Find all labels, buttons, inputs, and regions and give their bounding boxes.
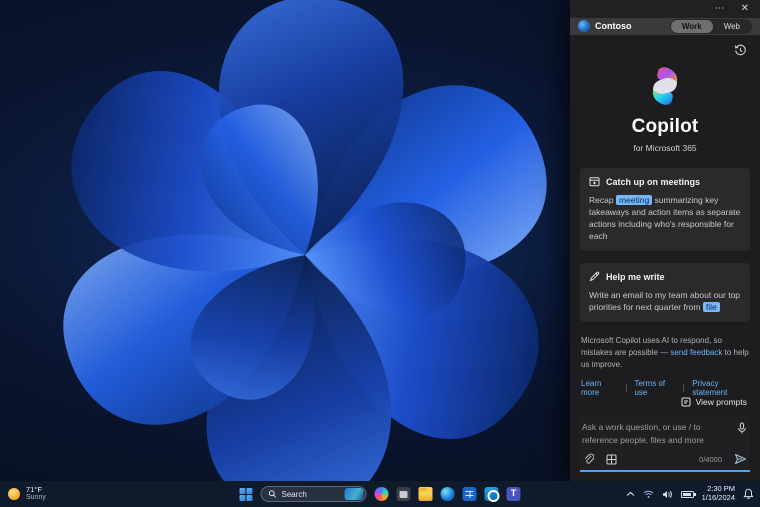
tray-chevron-up-icon[interactable] [626, 491, 635, 497]
card-body-text: Recap [589, 195, 616, 205]
hero: Copilot for Microsoft 365 [570, 66, 760, 153]
toggle-work[interactable]: Work [670, 19, 713, 33]
view-prompts-button[interactable]: View prompts [570, 397, 760, 407]
learn-more-link[interactable]: Learn more [581, 379, 618, 397]
brand: Contoso [578, 20, 632, 33]
wifi-icon[interactable] [643, 490, 654, 499]
calendar-icon [589, 177, 600, 187]
grid-table-icon[interactable] [606, 454, 617, 465]
copilot-title: Copilot [631, 116, 699, 137]
edge-icon[interactable] [440, 487, 455, 501]
teams-icon[interactable] [506, 487, 521, 501]
footer-links: Learn more Terms of use Privacy statemen… [570, 379, 760, 397]
microphone-icon[interactable] [737, 422, 747, 435]
history-icon[interactable] [734, 44, 747, 57]
card-title: Catch up on meetings [606, 176, 701, 187]
clock-date: 1/16/2024 [701, 493, 735, 502]
attach-paperclip-icon[interactable] [583, 453, 594, 465]
prompts-icon [681, 397, 691, 407]
card-body: Write an email to my team about our top … [589, 289, 741, 313]
start-button[interactable] [239, 487, 253, 501]
battery-icon[interactable] [680, 490, 696, 498]
system-tray: 2:30 PM 1/16/2024 [626, 485, 754, 502]
volume-icon[interactable] [662, 490, 673, 499]
divider [683, 384, 685, 393]
bing-daily-image-icon[interactable] [344, 488, 364, 500]
card-title: Help me write [606, 271, 665, 282]
copilot-logo-icon [652, 67, 678, 105]
taskbar: 71°F Sunny Search T 2:30 PM 1/16/2024 [0, 481, 760, 507]
more-options-icon[interactable]: ⋯ [715, 3, 725, 14]
brand-name: Contoso [595, 21, 632, 32]
search-icon [268, 490, 277, 498]
meeting-chip[interactable]: meeting [615, 195, 653, 205]
send-feedback-link[interactable]: send feedback [670, 348, 722, 357]
composer-placeholder[interactable]: Ask a work question, or use / to referen… [582, 421, 734, 446]
brand-bar: Contoso Work Web [570, 17, 760, 35]
char-counter: 0/4000 [699, 454, 722, 464]
panel-titlebar: ⋯ ✕ [570, 0, 760, 18]
search-placeholder: Search [281, 489, 307, 499]
card-help-me-write[interactable]: Help me write Write an email to my team … [580, 263, 750, 323]
copilot-taskbar-icon[interactable] [374, 487, 389, 501]
pen-icon [589, 271, 600, 282]
work-web-toggle: Work Web [669, 18, 752, 34]
card-catch-up-on-meetings[interactable]: Catch up on meetings Recap meeting summa… [580, 168, 750, 252]
notification-bell-icon[interactable] [743, 488, 754, 500]
weather-condition: Sunny [26, 494, 46, 502]
prompt-cards: Catch up on meetings Recap meeting summa… [570, 168, 760, 323]
close-icon[interactable]: ✕ [741, 3, 749, 14]
terms-of-use-link[interactable]: Terms of use [634, 379, 675, 397]
task-view-icon[interactable] [396, 487, 411, 501]
toggle-web[interactable]: Web [713, 20, 751, 33]
contoso-logo-icon [578, 20, 590, 33]
calendar-app-icon[interactable] [462, 487, 477, 501]
taskbar-center: Search [239, 486, 521, 502]
sun-icon [8, 487, 20, 500]
file-explorer-icon[interactable] [418, 487, 433, 501]
copilot-subtitle: for Microsoft 365 [633, 143, 697, 153]
file-chip[interactable]: file [702, 302, 720, 313]
ai-disclaimer: Microsoft Copilot uses AI to respond, so… [570, 335, 760, 371]
search-input[interactable]: Search [260, 486, 367, 502]
send-icon[interactable] [734, 453, 747, 465]
weather-temp: 71°F [26, 484, 42, 494]
card-body: Recap meeting summarizing key takeaways … [589, 194, 741, 242]
outlook-icon[interactable] [484, 487, 500, 502]
weather-widget[interactable]: 71°F Sunny [8, 484, 46, 503]
privacy-statement-link[interactable]: Privacy statement [692, 379, 749, 397]
divider [625, 384, 627, 393]
clock[interactable]: 2:30 PM 1/16/2024 [702, 485, 735, 502]
chat-composer[interactable]: Ask a work question, or use / to referen… [580, 416, 750, 472]
copilot-panel: ⋯ ✕ Contoso Work Web Copilot for Microso… [570, 0, 760, 481]
view-prompts-label: View prompts [695, 397, 747, 408]
